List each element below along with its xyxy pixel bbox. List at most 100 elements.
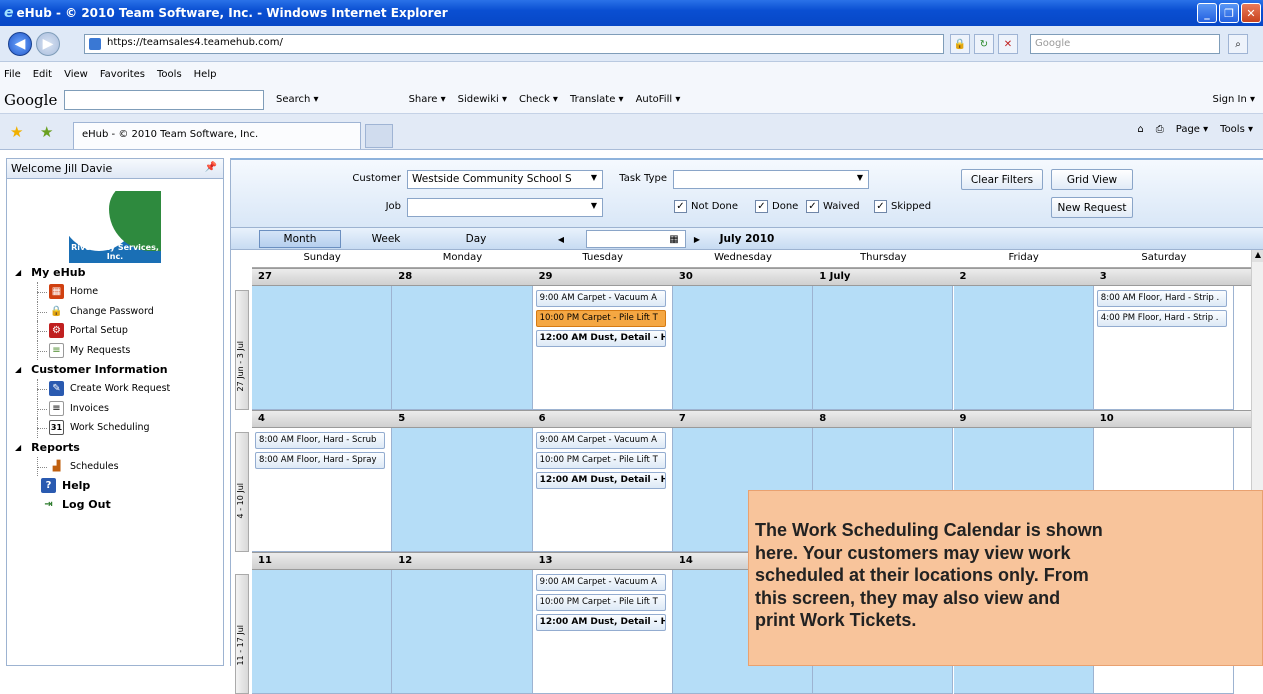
date-number[interactable]: 3 (1094, 271, 1107, 282)
week-label[interactable]: 27 Jun - 3 Jul (235, 290, 249, 410)
date-number[interactable]: 7 (673, 413, 686, 424)
prev-arrow-icon[interactable]: ◀ (551, 230, 571, 248)
date-number[interactable]: 30 (673, 271, 693, 282)
google-search-input[interactable] (64, 89, 264, 110)
google-signin-button[interactable]: Sign In ▾ (1213, 94, 1255, 105)
home-icon[interactable]: ⌂ (1137, 124, 1143, 135)
checkbox-not-done[interactable]: ✓ Not Done (674, 200, 738, 213)
clear-filters-button[interactable]: Clear Filters (961, 169, 1043, 190)
menu-tools[interactable]: Tools (157, 69, 182, 80)
checkbox-done[interactable]: ✓ Done (755, 200, 798, 213)
date-number[interactable]: 5 (392, 413, 405, 424)
menu-edit[interactable]: Edit (33, 69, 52, 80)
maximize-button[interactable]: ❐ (1219, 3, 1239, 23)
search-icon[interactable]: ⌕ (1228, 34, 1248, 54)
week-label[interactable]: 11 - 17 Jul (235, 574, 249, 694)
nav-item-schedules[interactable]: ▟ Schedules (7, 456, 223, 477)
tab-month[interactable]: Month (259, 230, 341, 248)
refresh-icon[interactable]: ↻ (974, 34, 994, 54)
day-cell[interactable] (392, 286, 533, 410)
close-button[interactable]: ✕ (1241, 3, 1261, 23)
stop-icon[interactable]: ✕ (998, 34, 1018, 54)
appointment[interactable]: 10:00 PM Carpet - Pile Lift T (535, 594, 666, 611)
job-select[interactable]: ▼ (407, 198, 603, 217)
day-cell[interactable] (392, 428, 533, 552)
day-cell[interactable]: 8:00 AM Floor, Hard - Scrub 8:00 AM Floor… (252, 428, 393, 552)
lock-icon[interactable]: 🔒 (950, 34, 970, 54)
appointment[interactable]: 9:00 AM Carpet - Vacuum A (535, 290, 666, 307)
nav-item-work-scheduling[interactable]: 31 Work Scheduling (7, 418, 223, 438)
day-cell[interactable] (252, 286, 393, 410)
collapse-arrow-icon[interactable]: ◢ (15, 443, 21, 452)
date-number[interactable]: 13 (533, 555, 553, 566)
date-number[interactable]: 14 (673, 555, 693, 566)
day-cell[interactable]: 9:00 AM Carpet - Vacuum A 10:00 PM Carpet… (532, 286, 673, 410)
appointment[interactable]: 9:00 AM Carpet - Vacuum A (535, 574, 666, 591)
date-number[interactable]: 8 (813, 413, 826, 424)
new-request-button[interactable]: New Request (1051, 197, 1133, 218)
nav-item-home[interactable]: ▦ Home (7, 282, 223, 302)
nav-section-reports[interactable]: ◢ Reports (7, 437, 223, 457)
menu-file[interactable]: File (4, 69, 21, 80)
nav-section-customer-information[interactable]: ◢ Customer Information (7, 360, 223, 379)
print-icon[interactable]: ⎙ (1156, 124, 1164, 135)
date-number[interactable]: 4 (252, 413, 265, 424)
task-type-select[interactable]: ▼ (673, 170, 869, 189)
nav-item-portal-setup[interactable]: ⚙ Portal Setup (7, 321, 223, 341)
day-cell[interactable] (672, 286, 814, 410)
nav-section-my-ehub[interactable]: ◢ My eHub (7, 263, 223, 282)
google-autofill-button[interactable]: AutoFill ▾ (636, 94, 681, 105)
google-share-button[interactable]: Share ▾ (409, 94, 446, 105)
day-cell[interactable] (813, 286, 954, 410)
appointment[interactable]: 12:00 AM Dust, Detail - H (535, 330, 666, 347)
day-cell[interactable] (252, 570, 393, 694)
grid-view-button[interactable]: Grid View (1051, 169, 1133, 190)
minimize-button[interactable]: _ (1197, 3, 1217, 23)
appointment[interactable]: 4:00 PM Floor, Hard - Strip . (1096, 310, 1227, 327)
appointment[interactable]: 10:00 PM Carpet - Pile Lift T (535, 310, 666, 327)
date-number[interactable]: 27 (252, 271, 272, 282)
next-arrow-icon[interactable]: ▶ (689, 230, 705, 248)
new-tab-button[interactable] (365, 124, 393, 148)
date-number[interactable]: 29 (533, 271, 553, 282)
menu-favorites[interactable]: Favorites (100, 69, 145, 80)
menu-help[interactable]: Help (194, 69, 217, 80)
date-number[interactable]: 12 (392, 555, 412, 566)
tab-day[interactable]: Day (451, 230, 501, 248)
collapse-arrow-icon[interactable]: ◢ (15, 365, 21, 374)
back-button[interactable]: ◀ (8, 32, 32, 56)
appointment[interactable]: 8:00 AM Floor, Hard - Spray (255, 452, 385, 469)
nav-item-change-password[interactable]: 🔒 Change Password (7, 301, 223, 322)
calendar-picker-icon[interactable]: ▦ (665, 230, 683, 248)
day-cell[interactable] (953, 286, 1094, 410)
appointment[interactable]: 12:00 AM Dust, Detail - H (535, 614, 666, 631)
google-translate-button[interactable]: Translate ▾ (570, 94, 624, 105)
favorites-star-icon[interactable]: ★ (10, 123, 23, 141)
appointment[interactable]: 8:00 AM Floor, Hard - Strip . (1096, 290, 1227, 307)
menu-view[interactable]: View (64, 69, 88, 80)
day-cell[interactable] (392, 570, 533, 694)
appointment[interactable]: 10:00 PM Carpet - Pile Lift T (535, 452, 666, 469)
nav-item-my-requests[interactable]: ≡ My Requests (7, 340, 223, 361)
checkbox-waived[interactable]: ✓ Waived (806, 200, 860, 213)
pin-icon[interactable]: 📌 (205, 162, 217, 173)
tools-menu[interactable]: Tools ▾ (1220, 124, 1253, 135)
checkbox-skipped[interactable]: ✓ Skipped (874, 200, 931, 213)
day-cell[interactable]: 8:00 AM Floor, Hard - Strip . 4:00 PM Flo… (1093, 286, 1235, 410)
url-field[interactable]: https://teamsales4.teamehub.com/ (84, 34, 944, 54)
tab-ehub[interactable]: eHub - © 2010 Team Software, Inc. (73, 122, 361, 149)
forward-button[interactable]: ▶ (36, 32, 60, 56)
day-cell[interactable]: 9:00 AM Carpet - Vacuum A 10:00 PM Carpet… (532, 428, 673, 552)
appointment[interactable]: 8:00 AM Floor, Hard - Scrub (255, 432, 385, 449)
google-check-button[interactable]: Check ▾ (519, 94, 558, 105)
customer-select[interactable]: Westside Community School S ▼ (407, 170, 603, 189)
nav-help[interactable]: ? Help (7, 476, 223, 495)
appointment[interactable]: 9:00 AM Carpet - Vacuum A (535, 432, 666, 449)
nav-logout[interactable]: ⇥ Log Out (7, 495, 223, 514)
date-number[interactable]: 11 (252, 555, 272, 566)
week-label[interactable]: 4 - 10 Jul (235, 432, 249, 552)
nav-item-invoices[interactable]: ≡ Invoices (7, 398, 223, 419)
tab-week[interactable]: Week (361, 230, 411, 248)
add-favorites-icon[interactable]: ★ (40, 123, 53, 141)
google-search-button[interactable]: Search ▾ (276, 94, 319, 105)
